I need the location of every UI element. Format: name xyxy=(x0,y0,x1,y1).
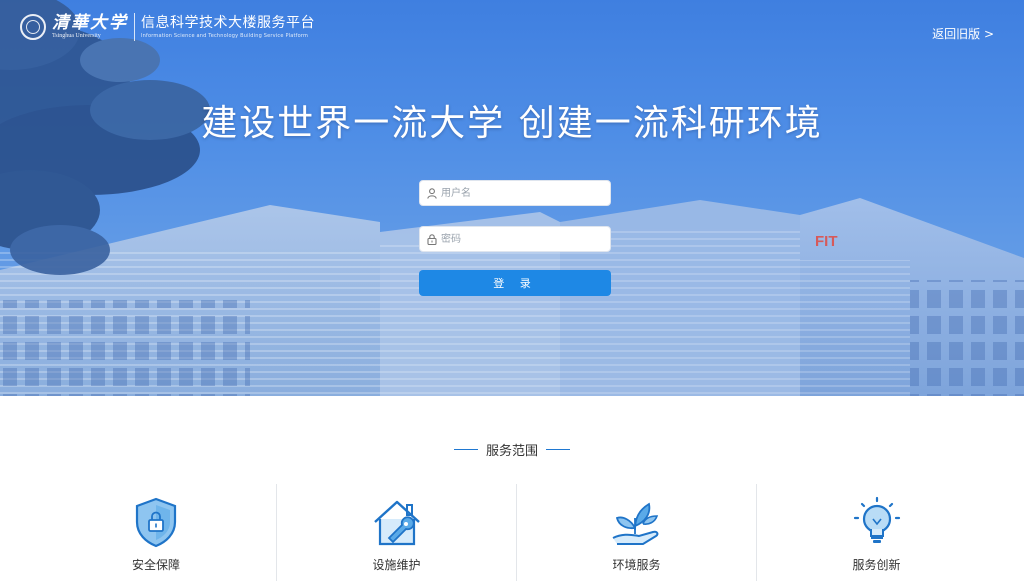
university-name-en: Tsinghua University xyxy=(52,33,101,39)
hand-plant-icon xyxy=(612,502,658,545)
logo-divider xyxy=(134,13,135,41)
heading-line-left xyxy=(453,448,478,451)
platform-name-cn: 信息科学技术大楼服务平台 xyxy=(141,14,315,31)
services-title: 服务范围 xyxy=(485,444,538,459)
building-sign: FIT xyxy=(815,233,838,250)
site-logo[interactable]: 清華大学 Tsinghua University 信息科学技术大楼服务平台 In… xyxy=(20,13,315,41)
heading-line-right xyxy=(546,448,570,451)
service-environment[interactable]: 环境服务 xyxy=(516,484,756,581)
university-seal-icon xyxy=(20,14,46,40)
username-field xyxy=(419,180,611,206)
service-label: 安全保障 xyxy=(131,558,180,572)
top-bar: 清華大学 Tsinghua University 信息科学技术大楼服务平台 In… xyxy=(0,0,1024,60)
platform-name-en: Information Science and Technology Build… xyxy=(141,32,309,39)
login-form: 登 录 xyxy=(419,180,611,296)
service-security[interactable]: 安全保障 xyxy=(36,484,276,581)
user-icon xyxy=(423,181,441,205)
password-field xyxy=(419,226,611,252)
service-label: 环境服务 xyxy=(612,558,661,572)
university-name-cn: 清華大学 xyxy=(52,13,128,33)
services-heading: 服务范围 xyxy=(0,440,1024,459)
platform-name: 信息科学技术大楼服务平台 Information Science and Tec… xyxy=(141,15,315,40)
services-list: 安全保障 设施维护 环境服务 服务创新 xyxy=(36,484,996,581)
university-name: 清華大学 Tsinghua University xyxy=(52,14,128,40)
service-label: 服务创新 xyxy=(852,558,901,572)
login-button[interactable]: 登 录 xyxy=(419,270,611,296)
return-old-version-link[interactable]: 返回旧版 > xyxy=(932,25,994,42)
house-wrench-icon xyxy=(373,500,420,546)
lightbulb-icon xyxy=(853,496,900,543)
lock-icon xyxy=(423,227,441,251)
service-label: 设施维护 xyxy=(372,558,421,572)
hero-slogan: 建设世界一流大学 创建一流科研环境 xyxy=(201,103,823,144)
shield-lock-icon xyxy=(135,497,177,548)
username-input[interactable] xyxy=(441,181,610,205)
service-facility-maintenance[interactable]: 设施维护 xyxy=(276,484,516,581)
password-input[interactable] xyxy=(441,227,610,251)
service-innovation[interactable]: 服务创新 xyxy=(756,484,996,581)
hero-banner: FIT 清華大学 Tsinghua University 信息科学技术大楼服务平… xyxy=(0,0,1024,396)
